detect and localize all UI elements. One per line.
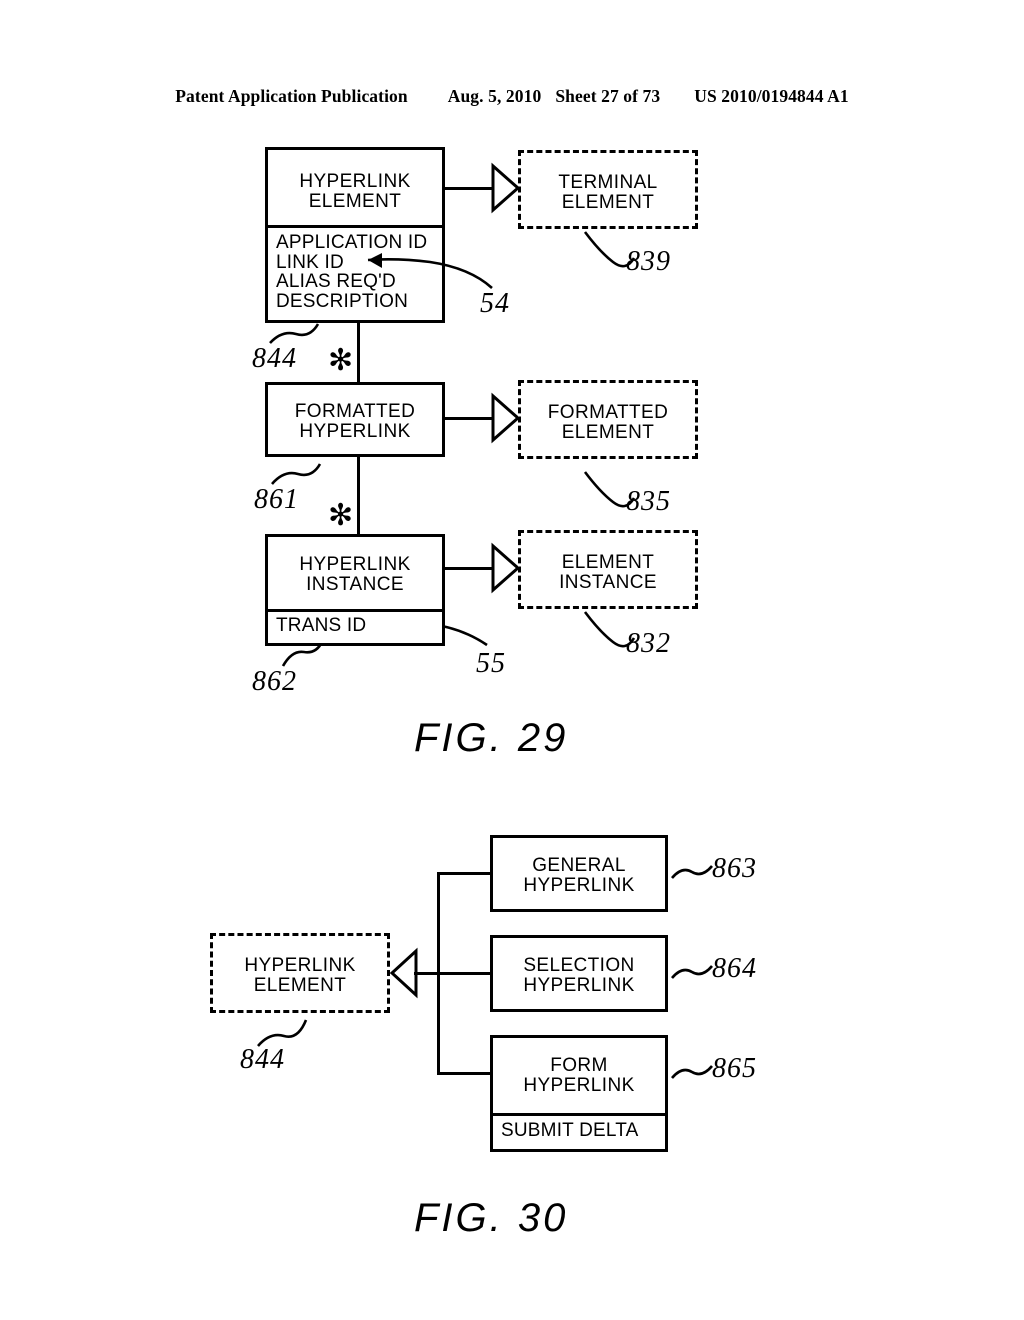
refnum-hyperlink-element-fig30: 844 — [240, 1044, 285, 1075]
box-formatted-element: FORMATTED ELEMENT — [518, 380, 698, 459]
refnum-formatted-element: 835 — [626, 486, 671, 517]
box-formatted-hyperlink: FORMATTED HYPERLINK — [265, 382, 445, 457]
sheet-number: Sheet 27 of 73 — [555, 86, 661, 106]
connector-bus-to-form — [437, 1072, 492, 1075]
box-title: FORMATTED HYPERLINK — [294, 401, 416, 442]
connector-vertical-upper — [357, 323, 360, 382]
refnum-trans-id-callout: 55 — [476, 648, 506, 679]
refnum-formatted-hyperlink: 861 — [254, 484, 299, 515]
publication-date: Aug. 5, 2010 — [447, 86, 542, 106]
box-terminal-element: TERMINAL ELEMENT — [518, 150, 698, 229]
multiplicity-marker-upper: ✻ — [328, 343, 354, 378]
box-title: GENERAL HYPERLINK — [523, 855, 635, 896]
box-attributes: TRANS ID — [276, 615, 367, 636]
box-hyperlink-element-fig29: HYPERLINK ELEMENT APPLICATION ID LINK ID… — [265, 147, 445, 323]
refnum-hyperlink-instance: 862 — [252, 666, 297, 697]
box-divider — [268, 225, 442, 228]
connector-hyperlink-instance-to-element-instance — [445, 567, 493, 570]
connector-formatted-hyperlink-to-element — [445, 417, 493, 420]
box-title: HYPERLINK ELEMENT — [244, 955, 356, 996]
refnum-terminal-element: 839 — [626, 246, 671, 277]
box-hyperlink-instance: HYPERLINK INSTANCE TRANS ID — [265, 534, 445, 646]
box-title: HYPERLINK INSTANCE — [299, 554, 411, 595]
box-form-hyperlink: FORM HYPERLINK SUBMIT DELTA — [490, 1035, 668, 1152]
box-divider — [493, 1113, 665, 1116]
publication-label: Patent Application Publication — [175, 86, 408, 106]
figure-caption-29: FIG. 29 — [414, 716, 569, 760]
box-divider — [268, 609, 442, 612]
box-selection-hyperlink: SELECTION HYPERLINK — [490, 935, 668, 1012]
box-attributes: APPLICATION ID LINK ID ALIAS REQ'D DESCR… — [276, 232, 428, 312]
refnum-selection-hyperlink: 864 — [712, 953, 757, 984]
refnum-form-hyperlink: 865 — [712, 1053, 757, 1084]
publication-header: Patent Application Publication Aug. 5, 20… — [0, 86, 1024, 107]
box-title: FORM HYPERLINK — [523, 1055, 635, 1096]
box-hyperlink-element-fig30: HYPERLINK ELEMENT — [210, 933, 390, 1013]
multiplicity-marker-lower: ✻ — [328, 498, 354, 533]
connector-bus-to-general — [437, 872, 492, 875]
box-title: ELEMENT INSTANCE — [559, 552, 657, 593]
box-element-instance: ELEMENT INSTANCE — [518, 530, 698, 609]
figure-caption-30: FIG. 30 — [414, 1196, 569, 1240]
connector-bus-to-selection — [437, 972, 492, 975]
box-title: TERMINAL ELEMENT — [558, 172, 658, 213]
document-number: US 2010/0194844 A1 — [694, 86, 849, 106]
box-title: SELECTION HYPERLINK — [523, 955, 635, 996]
refnum-element-instance: 832 — [626, 628, 671, 659]
refnum-hyperlink-element-fig29: 844 — [252, 343, 297, 374]
box-general-hyperlink: GENERAL HYPERLINK — [490, 835, 668, 912]
refnum-general-hyperlink: 863 — [712, 853, 757, 884]
box-attributes: SUBMIT DELTA — [501, 1120, 639, 1141]
box-title: FORMATTED ELEMENT — [547, 402, 669, 443]
refnum-link-id-callout: 54 — [480, 288, 510, 319]
box-title: HYPERLINK ELEMENT — [299, 171, 411, 212]
connector-vertical-lower — [357, 457, 360, 534]
connector-hyperlink-to-terminal — [445, 187, 493, 190]
